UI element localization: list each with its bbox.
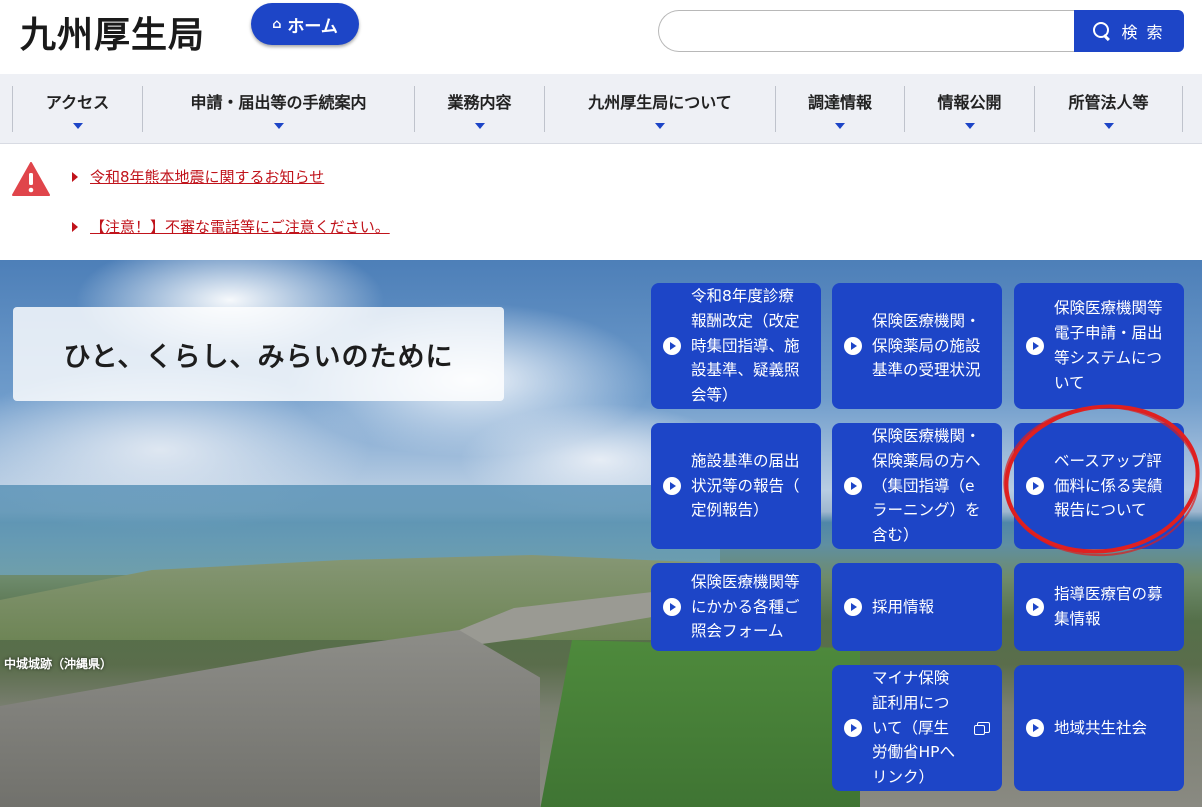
nav-item-label: 九州厚生局について [588,93,732,112]
caret-down-icon [1103,123,1114,129]
alert-area: 令和8年熊本地震に関するお知らせ 【注意！】不審な電話等にご注意ください。 [0,144,1202,260]
caret-down-icon [964,123,975,129]
hero-photo-caption: 中城城跡（沖縄県） [4,657,113,671]
search-button[interactable]: 検 索 [1074,10,1184,52]
tile-recruitment[interactable]: 採用情報 [832,563,1002,651]
search-button-label: 検 索 [1121,23,1165,42]
caret-down-icon [273,123,284,129]
nav-item-disclosure[interactable]: 情報公開 [905,74,1034,144]
tile-inquiry-form[interactable]: 保険医療機関等 にかかる各種ご 照会フォーム [651,563,821,651]
nav-item-label: 申請・届出等の手続案内 [190,93,367,112]
nav-item-label: アクセス [45,93,110,112]
tile-community-symbiosis[interactable]: 地域共生社会 [1014,665,1184,791]
play-circle-icon [1026,337,1044,355]
play-circle-icon [1026,598,1044,616]
tile-label: 保険医療機関・ 保険薬局の方へ （集団指導（e ラーニング）を 含む） [872,427,981,545]
nav-item-about[interactable]: 九州厚生局について [545,74,775,144]
site-logo-title[interactable]: 九州厚生局 [20,6,205,58]
alert-link-phone-scam[interactable]: 【注意！】不審な電話等にご注意ください。 [72,216,390,237]
play-circle-icon [844,337,862,355]
nav-item-access[interactable]: アクセス [13,74,142,144]
triangle-right-icon [72,171,78,182]
tile-facility-standards-status[interactable]: 保険医療機関・ 保険薬局の施設 基準の受理状況 [832,283,1002,409]
tile-label: 保険医療機関等 にかかる各種ご 照会フォーム [691,572,800,641]
nav-item-label: 業務内容 [447,93,512,112]
nav-item-corporations[interactable]: 所管法人等 [1035,74,1182,144]
alert-link-text: 【注意！】不審な電話等にご注意ください。 [90,218,390,236]
tile-electronic-application[interactable]: 保険医療機関等 電子申請・届出 等システムにつ いて [1014,283,1184,409]
tile-fee-revision[interactable]: 令和8年度診療 報酬改定（改定 時集団指導、施 設基準、疑義照 会等） [651,283,821,409]
caret-down-icon [655,123,665,129]
alert-link-earthquake[interactable]: 令和8年熊本地震に関するお知らせ [72,166,324,187]
nav-item-procedures[interactable]: 申請・届出等の手続案内 [143,74,414,144]
site-header: 九州厚生局 ⌂ ホーム 検 索 [0,0,1202,74]
tile-group-guidance[interactable]: 保険医療機関・ 保険薬局の方へ （集団指導（e ラーニング）を 含む） [832,423,1002,549]
global-nav: アクセス 申請・届出等の手続案内 業務内容 九州厚生局について 調達情報 情報公… [0,74,1202,144]
search-icon [1093,22,1111,40]
play-circle-icon [663,477,681,495]
play-circle-icon [1026,719,1044,737]
tile-label: 指導医療官の募 集情報 [1054,585,1163,628]
play-circle-icon [844,719,862,737]
warning-icon [12,162,50,196]
alert-link-text: 令和8年熊本地震に関するお知らせ [90,168,325,186]
home-icon: ⌂ [272,16,282,32]
external-link-icon [974,722,990,735]
tile-my-number-insurance[interactable]: マイナ保険 証利用につ いて（厚生 労働省HPへ リンク） [832,665,1002,791]
search-bar: 検 索 [658,10,1184,52]
caret-down-icon [835,123,845,129]
hero-photo-grass [540,640,860,807]
search-input[interactable] [658,10,1076,52]
home-button-label: ホーム [287,16,338,37]
tile-label: 保険医療機関等 電子申請・届出 等システムにつ いて [1054,299,1163,392]
play-circle-icon [663,598,681,616]
caret-down-icon [72,123,83,129]
play-circle-icon [663,337,681,355]
nav-separator [1182,86,1183,132]
tile-label: 採用情報 [872,597,935,616]
tile-label: 保険医療機関・ 保険薬局の施設 基準の受理状況 [872,311,981,380]
triangle-right-icon [72,221,78,232]
play-circle-icon [844,477,862,495]
caret-down-icon [474,123,485,129]
play-circle-icon [844,598,862,616]
nav-item-label: 情報公開 [937,93,1002,112]
tile-medical-officer-recruitment[interactable]: 指導医療官の募 集情報 [1014,563,1184,651]
hero-banner: ひと、くらし、みらいのために 中城城跡（沖縄県） 令和8年度診療 報酬改定（改定時… [0,260,1202,807]
nav-item-services[interactable]: 業務内容 [415,74,544,144]
site-title-decoration [26,0,116,2]
tile-regular-report[interactable]: 施設基準の届出 状況等の報告（ 定例報告） [651,423,821,549]
hero-tagline: ひと、くらし、みらいのために [13,307,504,401]
nav-item-procurement[interactable]: 調達情報 [776,74,904,144]
nav-item-label: 所管法人等 [1068,93,1149,112]
home-button[interactable]: ⌂ ホーム [251,3,359,45]
tile-label: 施設基準の届出 状況等の報告（ 定例報告） [691,451,800,520]
nav-item-label: 調達情報 [807,93,872,112]
tile-label: 地域共生社会 [1054,718,1148,737]
tile-label: 令和8年度診療 報酬改定（改定 時集団指導、施 設基準、疑義照 会等） [691,287,800,405]
